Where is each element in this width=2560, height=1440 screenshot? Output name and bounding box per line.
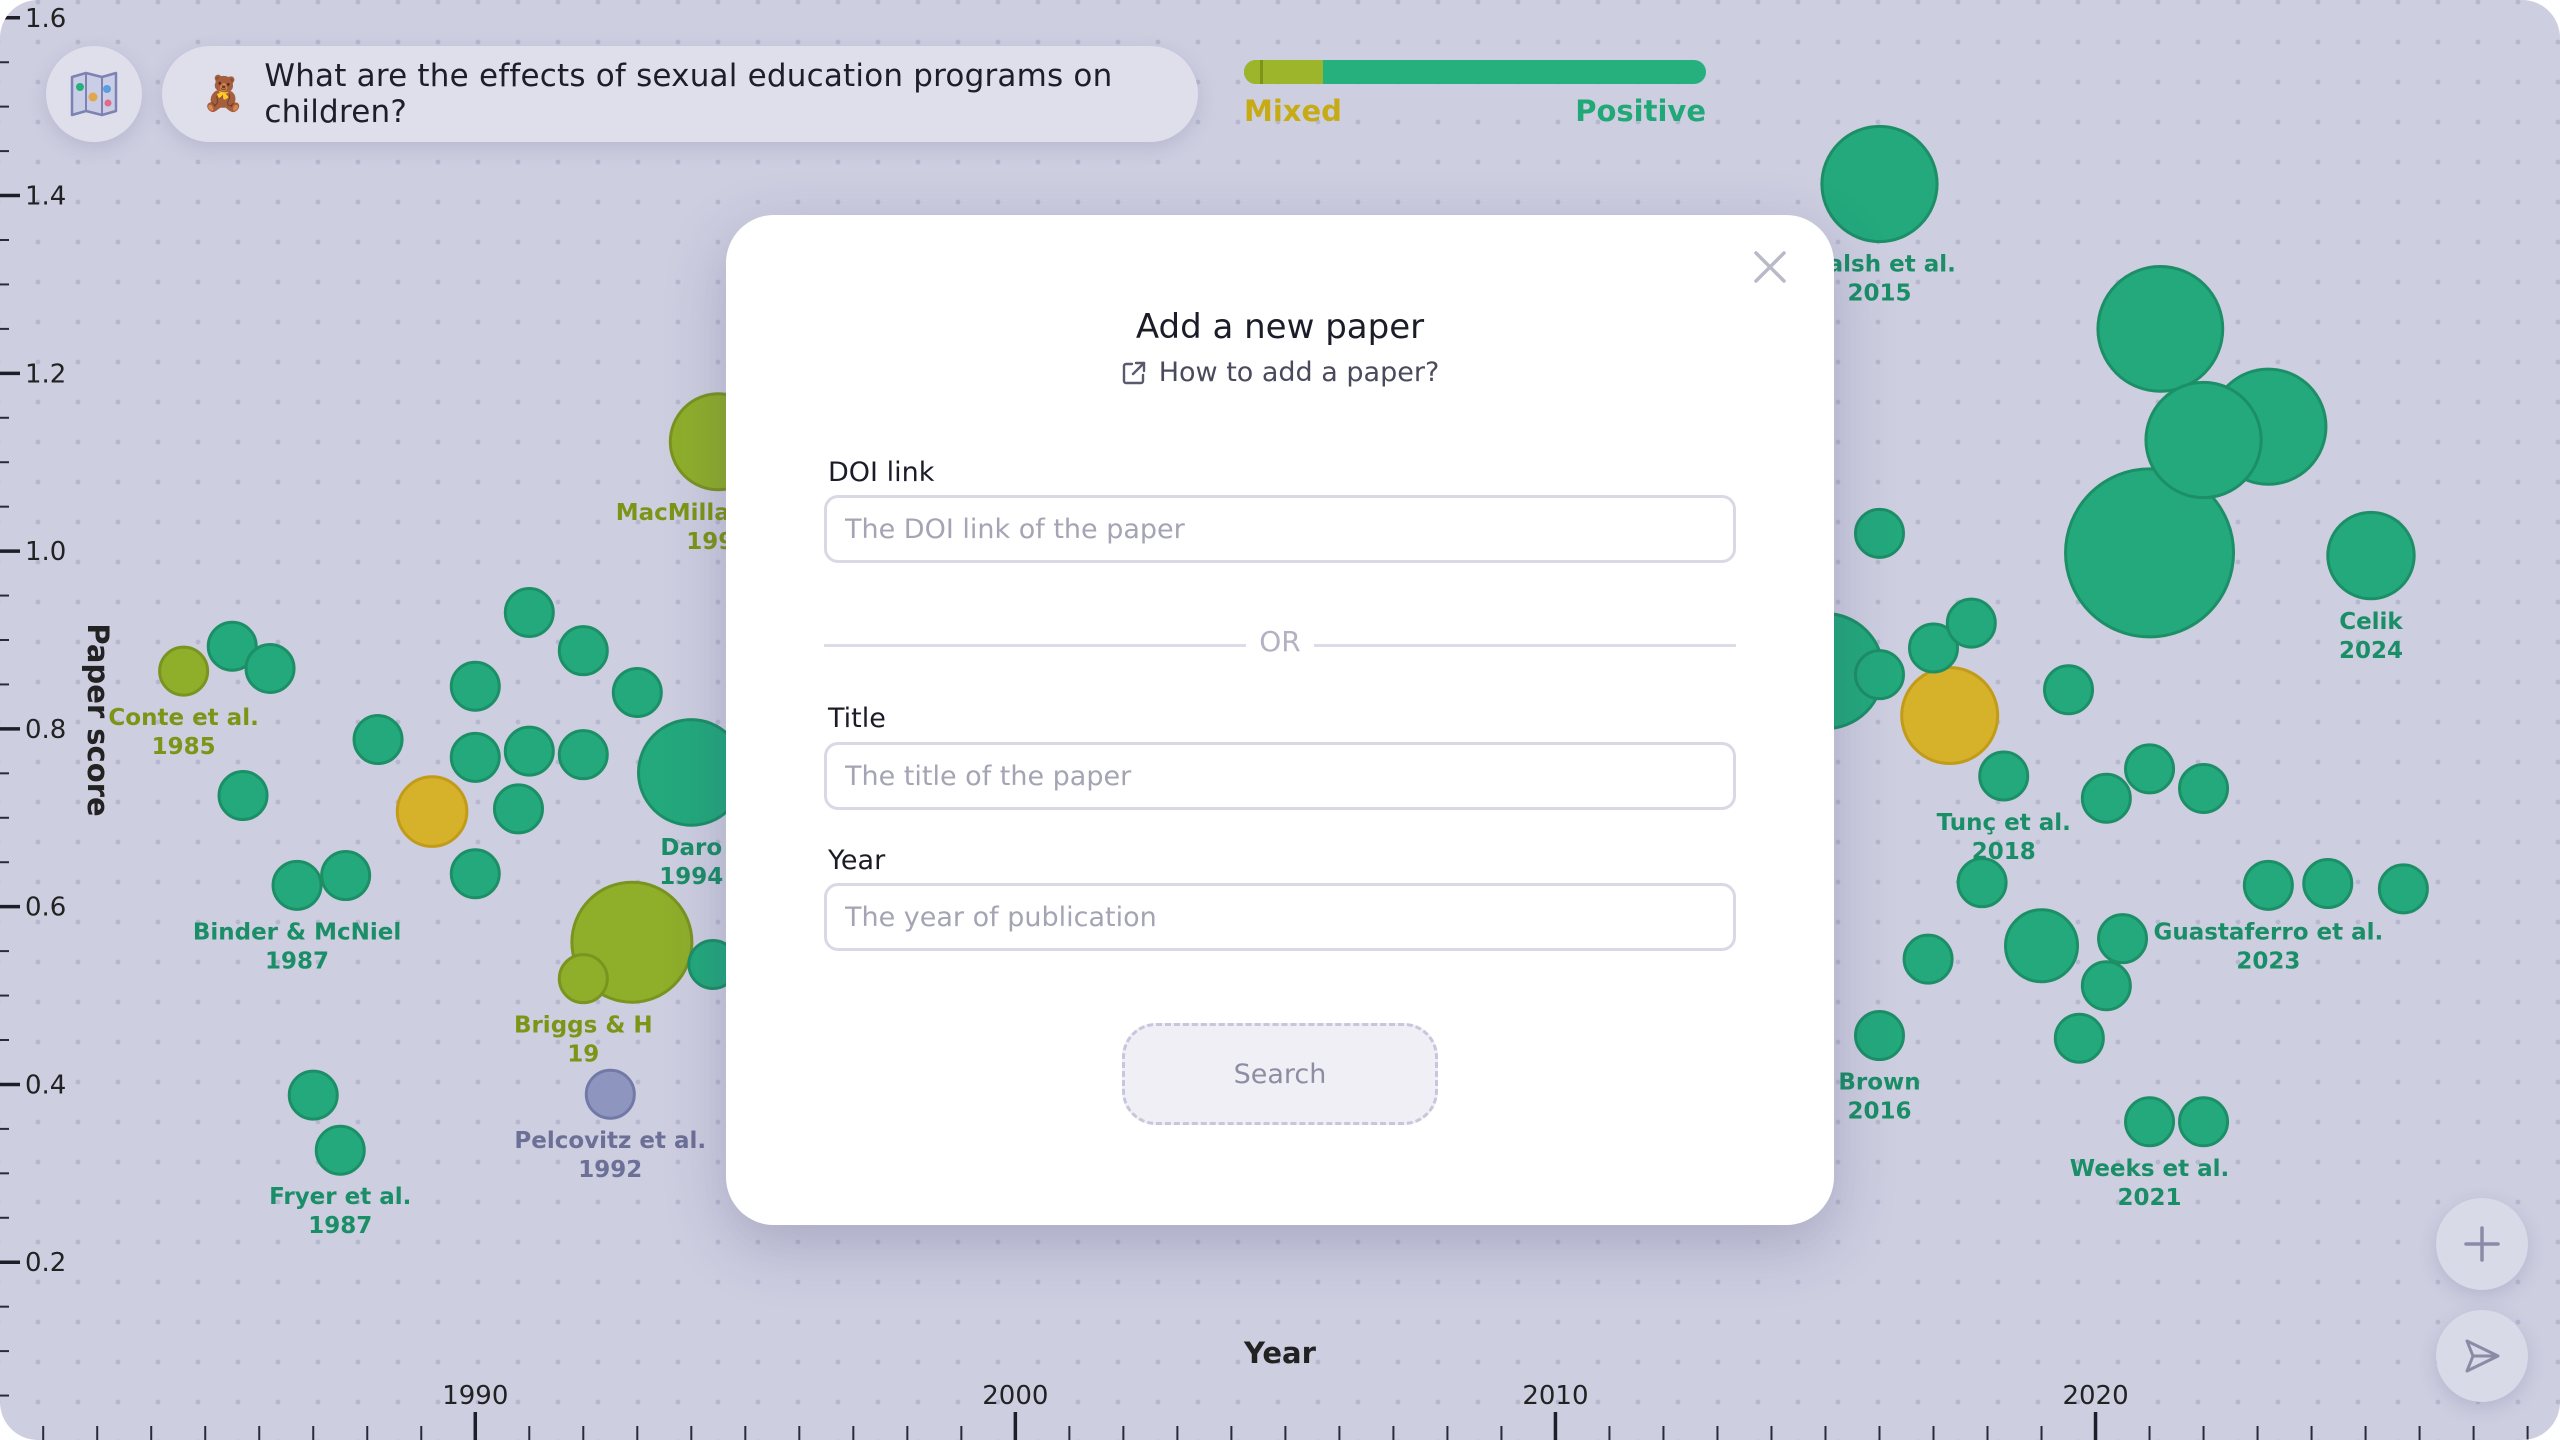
year-input[interactable]: [824, 883, 1736, 951]
or-divider: OR: [824, 625, 1736, 665]
doi-input[interactable]: [824, 495, 1736, 563]
how-to-add-paper-link[interactable]: How to add a paper?: [726, 357, 1834, 388]
search-button[interactable]: Search: [1122, 1023, 1438, 1125]
title-input[interactable]: [824, 742, 1736, 810]
modal-title: Add a new paper: [1135, 307, 1425, 347]
divider-line-right: [1314, 644, 1736, 647]
close-icon: [1754, 251, 1786, 283]
modal-overlay: Add a new paper How to add a paper? DOI …: [0, 0, 2560, 1440]
how-to-add-paper-text: How to add a paper?: [1158, 357, 1440, 388]
doi-label: DOI link: [828, 457, 935, 488]
add-paper-modal: Add a new paper How to add a paper? DOI …: [726, 215, 1834, 1225]
close-button[interactable]: [1746, 243, 1794, 291]
app-canvas: 0.2 0.4 0.6 0.8 1.0 1.2 1.4 1.6 1990 2000 2010 2020…: [0, 0, 2560, 1440]
title-label: Title: [828, 703, 886, 734]
or-text: OR: [1259, 625, 1301, 658]
external-link-icon: [1122, 361, 1145, 384]
year-label: Year: [828, 845, 886, 876]
